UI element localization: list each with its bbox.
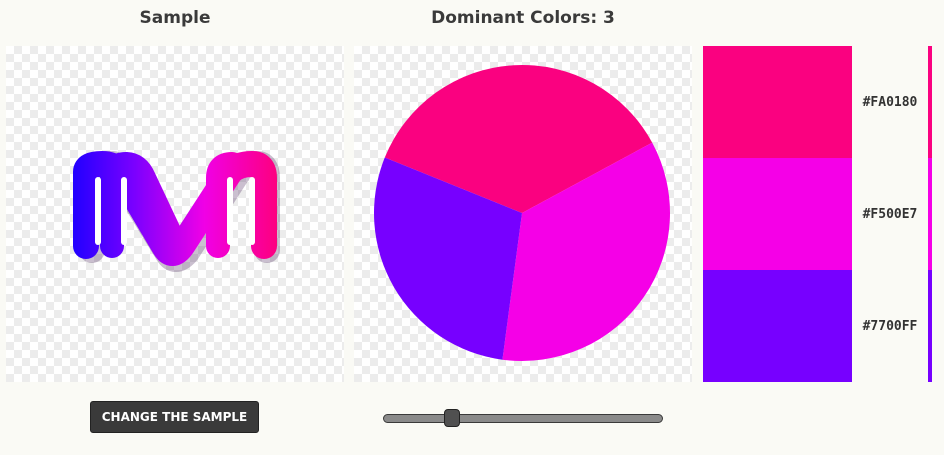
color-swatch-1 [703, 46, 852, 158]
color-swatch-2 [703, 158, 852, 270]
color-strip-segment-1 [928, 46, 932, 158]
color-count-slider-thumb[interactable] [443, 409, 460, 427]
dominant-colors-heading: Dominant Colors: 3 [431, 8, 615, 28]
color-hex-label-1: #FA0180 [862, 94, 918, 110]
color-count-slider-track[interactable] [383, 414, 663, 423]
color-hex-label-3: #7700FF [862, 318, 918, 334]
m-loop-logo-icon [73, 151, 280, 272]
dominant-colors-pie-chart [374, 64, 670, 361]
color-hex-label-2: #F500E7 [862, 206, 918, 222]
color-strip-bar [928, 46, 932, 382]
sample-image-panel [6, 46, 344, 382]
color-hex-label-column: #FA0180 #F500E7 #7700FF [852, 46, 928, 382]
dominant-colors-pie-panel [354, 46, 692, 382]
change-sample-button[interactable]: CHANGE THE SAMPLE [90, 401, 259, 433]
color-swatch-3 [703, 270, 852, 382]
color-strip-segment-3 [928, 270, 932, 382]
color-strip-segment-2 [928, 158, 932, 270]
sample-heading: Sample [139, 8, 211, 28]
color-swatch-column [703, 46, 852, 382]
